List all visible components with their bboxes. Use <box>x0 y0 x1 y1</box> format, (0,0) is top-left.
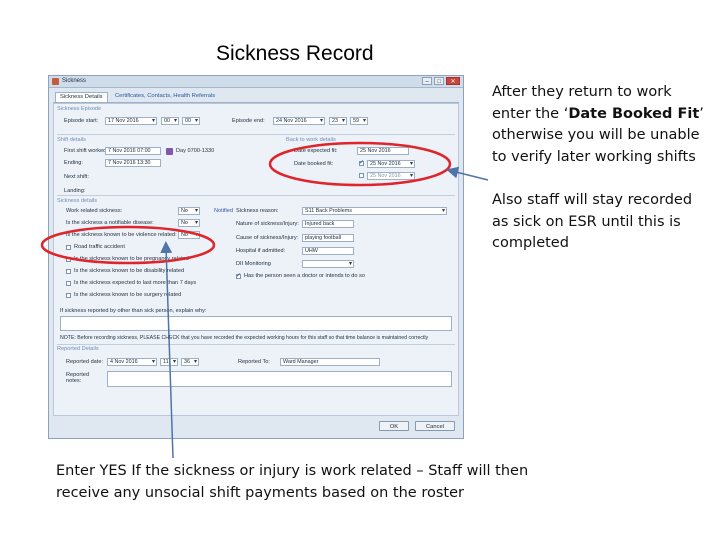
checkbox-7-days[interactable] <box>66 281 71 286</box>
checkbox-label: Is the sickness known to be disability r… <box>74 268 185 274</box>
doctor-label: Has the person seen a doctor or intends … <box>244 273 365 279</box>
close-icon[interactable]: ✕ <box>446 77 460 85</box>
dii-select[interactable] <box>302 260 354 268</box>
checkbox-label: Is the sickness known to be surgery rela… <box>74 292 182 298</box>
episode-end-minute[interactable]: 59 <box>350 117 368 125</box>
date-expected-label: Date expected fit: <box>294 148 338 154</box>
dii-label: DII Monitoring <box>236 261 271 267</box>
maximize-icon[interactable]: □ <box>434 77 444 85</box>
reported-date-value[interactable]: 4 Nov 2016 <box>107 358 157 366</box>
app-icon <box>52 78 59 85</box>
section-back-to-work: Back to work details <box>286 137 336 143</box>
reported-notes-input[interactable] <box>107 371 452 387</box>
reported-date-label: Reported date: <box>66 359 104 365</box>
cancel-button[interactable]: Cancel <box>415 421 455 431</box>
notifiable-label: Is the sickness a notifiable disease: <box>66 220 154 226</box>
episode-start-label: Episode start: <box>64 118 99 124</box>
doctor-checkbox[interactable] <box>236 272 241 279</box>
ok-button[interactable]: OK <box>379 421 409 431</box>
notifiable-select[interactable]: No <box>178 219 200 227</box>
date-booked-checkbox[interactable] <box>359 159 364 166</box>
landing-label: Landing: <box>64 188 86 194</box>
explain-label: If sickness reported by other than sick … <box>60 308 207 314</box>
episode-end-hour[interactable]: 23 <box>329 117 347 125</box>
first-shift-value[interactable]: 7 Nov 2016 07:00 <box>105 147 161 155</box>
reported-to-value[interactable]: Ward Manager <box>280 358 380 366</box>
ending-value[interactable]: 7 Nov 2016 13:30 <box>105 159 161 167</box>
checkbox-road-traffic[interactable] <box>66 245 71 250</box>
date-booked-extra-checkbox[interactable] <box>359 173 364 178</box>
ending-label: Ending: <box>64 160 83 166</box>
details-panel: Sickness Episode Episode start: 17 Nov 2… <box>53 103 459 416</box>
reported-notes-label: Reported notes: <box>66 372 90 384</box>
notified-label: Notified <box>214 208 233 214</box>
checkbox-label: Is the sickness expected to last more th… <box>74 280 197 286</box>
minimize-icon[interactable]: – <box>422 77 432 85</box>
date-expected-value[interactable]: 25 Nov 2016 <box>357 147 409 155</box>
hospital-input[interactable]: UHW <box>302 247 354 255</box>
checkbox-pregnancy[interactable] <box>66 257 71 262</box>
reason-select[interactable]: S11 Back Problems <box>302 207 447 215</box>
calendar-icon[interactable] <box>166 148 173 155</box>
note-esr: Also staff will stay recorded as sick on… <box>492 192 693 251</box>
cause-input[interactable]: playing football <box>302 234 354 242</box>
date-booked-label: Date booked fit: <box>294 161 334 167</box>
nature-label: Nature of sickness/Injury: <box>236 221 299 227</box>
note-work-related: Enter YES If the sickness or injury is w… <box>56 463 529 501</box>
divider <box>57 134 455 135</box>
violence-label: Is the sickness known to be violence rel… <box>66 232 177 238</box>
checkbox-surgery[interactable] <box>66 293 71 298</box>
reported-minute[interactable]: 36 <box>181 358 199 366</box>
slide-title: Sickness Record <box>216 42 374 65</box>
next-shift-label: Next shift: <box>64 174 89 180</box>
episode-start-date[interactable]: 17 Nov 2016 <box>105 117 157 125</box>
work-related-select[interactable]: No <box>178 207 200 215</box>
reported-to-label: Reported To: <box>238 359 270 365</box>
first-shift-code: Day 0700-1330 <box>176 148 215 154</box>
episode-start-minute[interactable]: 00 <box>182 117 200 125</box>
violence-select[interactable]: No <box>178 231 200 239</box>
window-titlebar: Sickness – □ ✕ <box>49 76 463 88</box>
sickness-window: Sickness – □ ✕ Sickness Details Certific… <box>48 75 464 439</box>
checkbox-label: Road traffic accident <box>74 244 125 250</box>
explain-input[interactable] <box>60 316 452 331</box>
section-sickness-details: Sickness details <box>57 198 98 204</box>
hospital-label: Hospital if admitted: <box>236 248 286 254</box>
reported-hour[interactable]: 11 <box>160 358 178 366</box>
recording-note: NOTE: Before recording sickness, PLEASE … <box>60 335 429 341</box>
episode-start-hour[interactable]: 00 <box>161 117 179 125</box>
tab-sickness-details[interactable]: Sickness Details <box>55 92 108 102</box>
checkbox-disability[interactable] <box>66 269 71 274</box>
reason-label: Sickness reason: <box>236 208 279 214</box>
first-shift-label: First shift worked: <box>64 148 108 154</box>
window-title: Sickness <box>62 78 87 84</box>
section-reported: Reported Details <box>57 346 99 352</box>
tab-certificates[interactable]: Certificates, Contacts, Health Referrals <box>111 92 219 101</box>
date-booked-value[interactable]: 25 Nov 2016 <box>367 160 415 168</box>
divider <box>57 195 455 196</box>
work-related-label: Work related sickness: <box>66 208 123 214</box>
date-booked-extra[interactable]: 25 Nov 2016 <box>367 172 415 180</box>
section-shift: Shift details <box>57 137 86 143</box>
checkbox-label: Is the sickness known to be pregnancy re… <box>74 256 189 262</box>
episode-end-date[interactable]: 24 Nov 2016 <box>273 117 325 125</box>
divider <box>57 344 455 345</box>
tab-bar: Sickness Details Certificates, Contacts,… <box>53 92 459 103</box>
cause-label: Cause of sickness/Injury: <box>236 235 299 241</box>
note-bold-term: Date Booked Fit <box>568 105 700 122</box>
episode-end-label: Episode end: <box>232 118 265 124</box>
section-episode: Sickness Episode <box>57 106 102 112</box>
nature-input[interactable]: Injured back <box>302 220 354 228</box>
note-date-booked-fit: After they return to work enter the ‘Dat… <box>492 82 712 168</box>
